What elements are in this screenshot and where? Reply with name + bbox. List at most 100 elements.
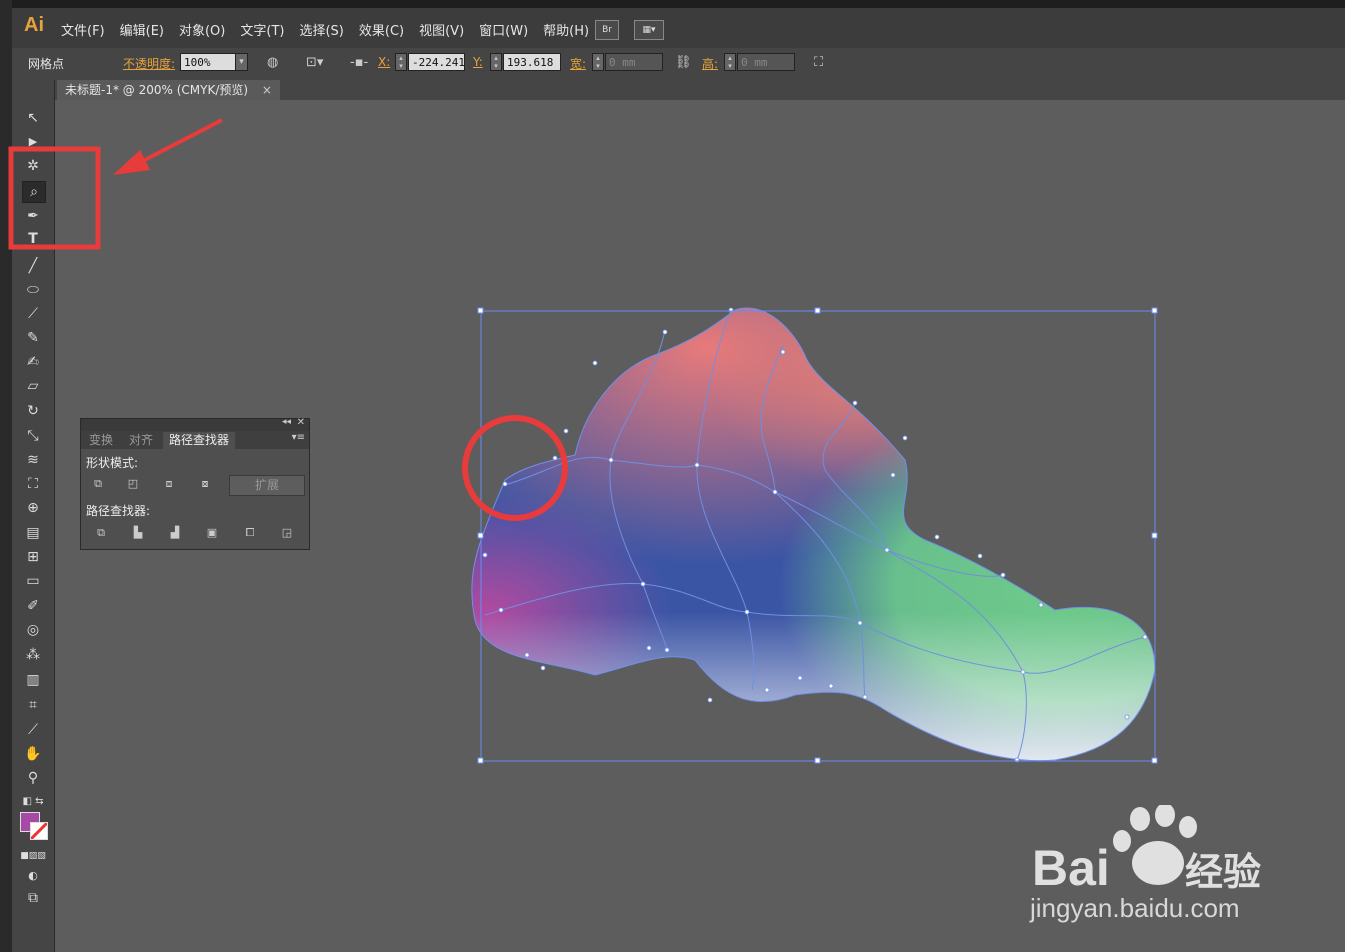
hand-tool[interactable]: ✋ [22,744,44,764]
menu-view[interactable]: 视图(V) [419,20,464,39]
tab-transform[interactable]: 变换 [83,432,119,449]
paintbrush-tool[interactable]: ⟋ [22,304,44,324]
arrange-documents-icon: ▦▾ [642,25,656,35]
unite-button[interactable]: ⧉ [90,477,106,491]
opacity-label[interactable]: 不透明度: [123,55,175,72]
rotate-icon: ↻ [27,403,39,419]
watermark-url: jingyan.baidu.com [1030,893,1240,923]
opacity-input[interactable]: 100% [180,53,236,71]
exclude-button[interactable]: ⧇ [197,477,213,491]
recolor-icon[interactable]: ◍ [267,55,278,70]
align-to-icon[interactable]: ⊡▾ [306,55,323,70]
blend-tool[interactable]: ◎ [22,620,44,640]
line-tool[interactable]: ╱ [22,256,44,276]
x-input[interactable]: -224.241 [408,53,465,71]
color-mode-buttons[interactable]: ■▨▧ [18,846,48,866]
default-colors-swap[interactable]: ◧ ⇆ [18,792,48,812]
opacity-dropdown[interactable]: ▾ [235,53,248,71]
shape-builder-tool[interactable]: ⊕ [22,498,44,518]
stroke-color-swatch[interactable] [30,822,48,840]
artboard-tool[interactable]: ⌗ [22,695,44,715]
height-input[interactable]: 0 mm [737,53,795,71]
height-stepper[interactable]: ▴ ▾ [724,53,736,71]
menu-type[interactable]: 文字(T) [240,20,284,39]
minus-front-button[interactable]: ◰ [125,477,141,491]
divide-button[interactable]: ⧉ [93,526,109,540]
gradient-tool[interactable]: ▭ [22,571,44,591]
no-stroke-slash-icon [31,823,47,839]
menu-window[interactable]: 窗口(W) [479,20,528,39]
draw-mode-button[interactable]: ◐ [22,866,44,886]
panel-header[interactable]: ◂◂ ✕ [81,417,309,431]
slice-tool[interactable]: ⟋ [22,720,44,740]
close-panel-icon[interactable]: ✕ [297,417,305,428]
pencil-tool[interactable]: ✎ [22,328,44,348]
panel-menu-icon[interactable]: ▾≡ [292,432,305,443]
lasso-tool[interactable]: ⌕ [22,181,46,203]
menu-select[interactable]: 选择(S) [299,20,343,39]
width-tool[interactable]: ≋ [22,450,44,470]
crop-button[interactable]: ▣ [204,526,220,540]
width-input[interactable]: 0 mm [605,53,663,71]
pen-tool[interactable]: ✒ [22,206,44,226]
expand-button[interactable]: 扩展 [229,475,305,496]
zoom-tool[interactable]: ⚲ [22,768,44,788]
control-bar: 网格点 不透明度: 100% ▾ ◍ ⊡▾ -▪- X: ▴ ▾ -224.241… [12,48,1345,81]
height-label: 高: [702,57,719,71]
menu-edit[interactable]: 编辑(E) [120,20,164,39]
intersect-button[interactable]: ⧈ [161,477,177,491]
blend-icon: ◎ [26,622,40,638]
baidu-watermark: Bai 经验 jingyan.baidu.com [1030,805,1290,925]
mesh-tool[interactable]: ⊞ [22,547,44,567]
document-tab-bar: 未标题-1* @ 200% (CMYK/预览) × [55,80,1345,101]
menu-help[interactable]: 帮助(H) [543,20,589,39]
gradient-icon: ▭ [26,573,40,589]
x-stepper[interactable]: ▴ ▾ [395,53,407,71]
width-stepper[interactable]: ▴ ▾ [592,53,604,71]
tab-align[interactable]: 对齐 [123,432,159,449]
menu-file[interactable]: 文件(F) [61,20,105,39]
scale-tool[interactable]: ⤡ [22,426,44,446]
screen-mode-button[interactable]: ⧉ [22,888,44,908]
close-tab-icon[interactable]: × [262,83,272,97]
column-graph-tool[interactable]: ▥ [22,670,44,690]
y-stepper[interactable]: ▴ ▾ [490,53,502,71]
trim-button[interactable]: ▙ [130,526,146,540]
transform-icon[interactable]: ⛶ [814,55,823,70]
pen-icon: ✒ [27,208,39,224]
y-input[interactable]: 193.618 r [503,53,561,71]
constrain-proportions-icon[interactable]: ⛓ [675,55,692,70]
direct-selection-tool[interactable]: ▶ [22,132,44,152]
color-gradient-none-icon: ■▨▧ [20,851,46,861]
perspective-grid-tool[interactable]: ▤ [22,523,44,543]
rotate-tool[interactable]: ↻ [22,401,44,421]
exclude-icon: ⧇ [201,477,209,490]
reference-point-icon[interactable]: -▪- [350,55,368,70]
unite-icon: ⧉ [94,477,102,490]
menu-object[interactable]: 对象(O) [179,20,225,39]
ellipse-tool[interactable]: ⬭ [22,280,44,300]
minus-back-icon: ◲ [281,526,293,539]
eyedropper-tool[interactable]: ✐ [22,596,44,616]
blob-brush-tool[interactable]: ✍ [22,352,44,372]
eraser-tool[interactable]: ▱ [22,376,44,396]
merge-button[interactable]: ▟ [167,526,183,540]
symbol-sprayer-tool[interactable]: ⁂ [22,645,44,665]
selection-tool[interactable]: ↖ [22,108,44,128]
menu-bar: Ai 文件(F) 编辑(E) 对象(O) 文字(T) 选择(S) 效果(C) 视… [12,8,1345,49]
type-tool[interactable]: T [22,229,44,249]
document-tab[interactable]: 未标题-1* @ 200% (CMYK/预览) × [57,80,280,100]
symbol-sprayer-icon: ⁂ [26,647,40,663]
outline-button[interactable]: ⧠ [242,526,258,540]
minus-back-button[interactable]: ◲ [279,526,295,540]
free-transform-tool[interactable]: ⛶ [22,474,44,494]
bridge-button[interactable]: Br [595,20,619,40]
magic-wand-tool[interactable]: ✲ [22,156,44,176]
x-label: X: [378,55,391,69]
type-icon: T [28,231,38,247]
menu-effect[interactable]: 效果(C) [359,20,404,39]
tab-pathfinder[interactable]: 路径查找器 [163,432,236,449]
arrange-documents-button[interactable]: ▦▾ [634,20,664,40]
free-transform-icon: ⛶ [28,476,38,492]
collapse-panel-icon[interactable]: ◂◂ [282,417,291,427]
